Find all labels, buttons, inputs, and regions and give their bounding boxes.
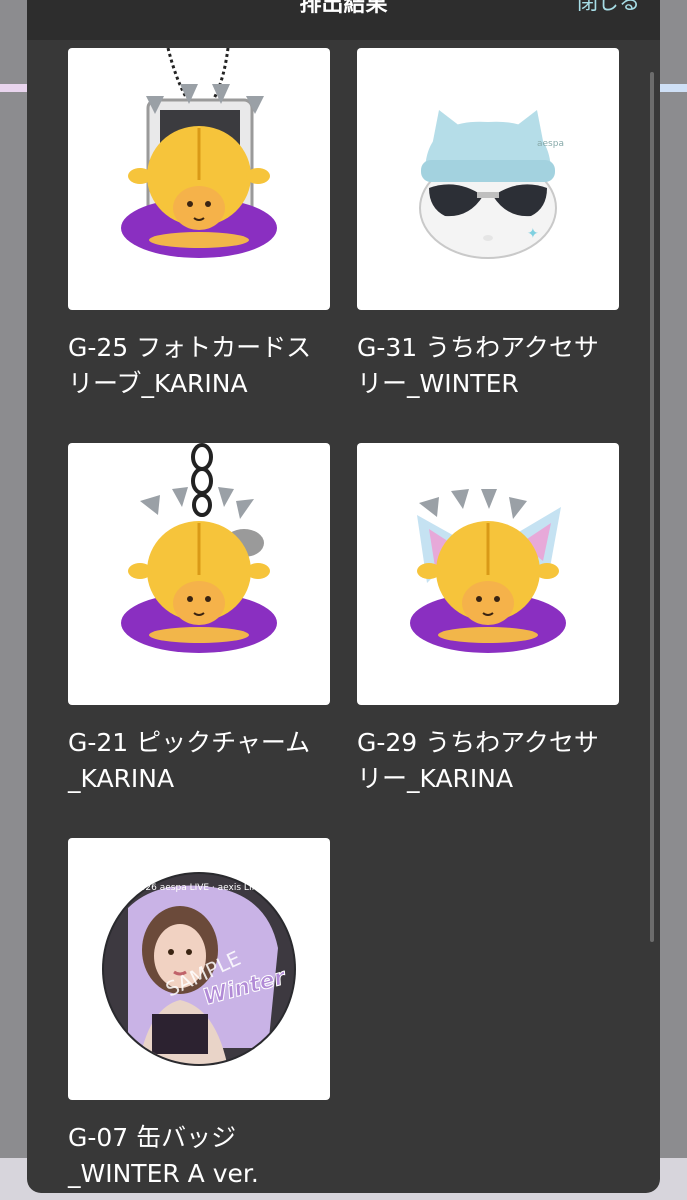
cat-beanie-sunglasses-icon: aespa ✦ <box>419 110 564 259</box>
item-caption-g31: G-31 うちわアクセサ リー_WINTER <box>357 333 599 398</box>
item-caption-g25: G-25 フォトカードス リーブ_KARINA <box>68 333 312 398</box>
badge-ring-text: 2026 aespa LIVE · aexis LINE <box>134 883 264 893</box>
item-caption-g29: G-29 うちわアクセサ リー_KARINA <box>357 728 599 793</box>
item-card-g21[interactable] <box>68 443 330 705</box>
bowing-woman-uchiwa-accessory-icon <box>410 489 566 653</box>
bowing-woman-pick-charm-icon <box>121 443 277 653</box>
item-card-g25[interactable]: aespa <box>68 48 330 310</box>
svg-text:aespa: aespa <box>537 139 564 149</box>
item-card-g07[interactable]: 2026 aespa LIVE · aexis LINE SAMPLE Wint… <box>68 838 330 1100</box>
scrollbar[interactable] <box>650 72 654 942</box>
results-modal: 排出結果 閉じる aespa <box>27 0 660 1193</box>
modal-title: 排出結果 <box>299 0 388 17</box>
item-card-g31[interactable]: aespa ✦ <box>357 48 619 310</box>
svg-text:✦: ✦ <box>527 226 539 242</box>
modal-header: 排出結果 閉じる <box>27 0 660 40</box>
bowing-woman-photocard-icon: aespa <box>121 48 277 258</box>
item-caption-g21: G-21 ピックチャーム _KARINA <box>68 728 311 793</box>
backdrop-accent-left <box>0 84 28 92</box>
backdrop-accent-right <box>659 84 687 92</box>
item-caption-g07: G-07 缶バッジ _WINTER A ver. <box>68 1123 259 1188</box>
close-button[interactable]: 閉じる <box>577 0 640 16</box>
item-card-g29[interactable] <box>357 443 619 705</box>
can-badge-icon: 2026 aespa LIVE · aexis LINE SAMPLE Wint… <box>102 872 296 1066</box>
